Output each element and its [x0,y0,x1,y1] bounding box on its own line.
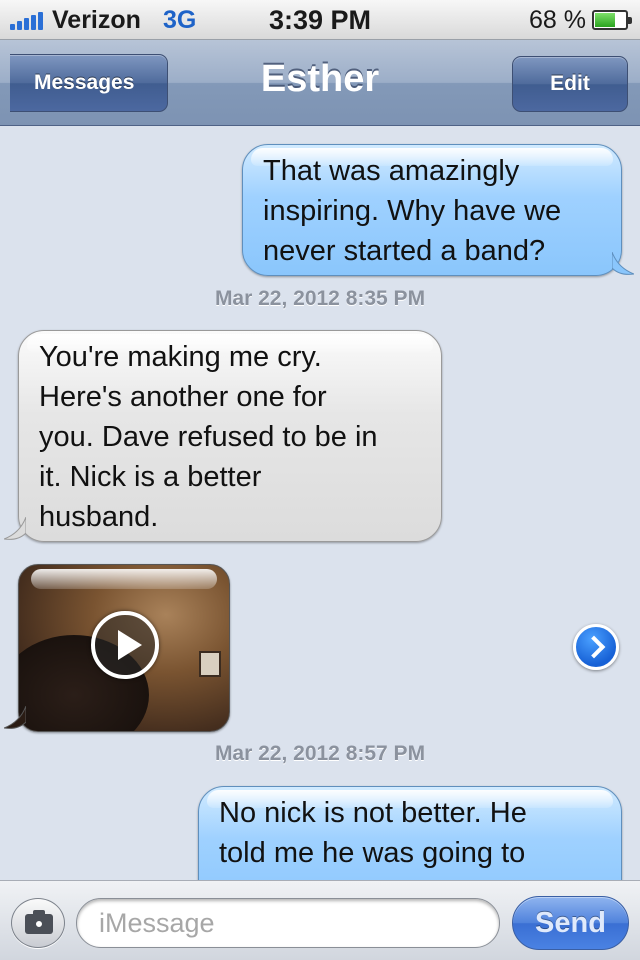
message-text: No nick is not better. He told me he was… [219,797,527,869]
battery-percent: 68 % [529,6,586,34]
battery-icon [592,10,632,30]
edit-button[interactable]: Edit [512,56,628,112]
play-icon[interactable] [91,611,159,679]
navigation-bar: Messages Esther Edit [0,40,640,126]
message-text: That was amazingly inspiring. Why have w… [263,155,562,267]
message-thread[interactable]: That was amazingly inspiring. Why have w… [0,127,640,880]
bubble-tail-icon [4,706,26,729]
signal-bars-icon [10,10,44,30]
status-bar: Verizon 3G 3:39 PM 68 % [0,0,640,40]
back-to-messages-button[interactable]: Messages [10,54,168,112]
message-timestamp: Mar 22, 2012 8:35 PM [214,287,426,310]
message-timestamp: Mar 22, 2012 8:57 PM [214,742,426,765]
carrier-name: Verizon [52,6,141,34]
sent-message-bubble[interactable]: No nick is not better. He told me he was… [198,786,622,880]
sent-message-bubble[interactable]: That was amazingly inspiring. Why have w… [242,144,622,276]
camera-icon[interactable] [11,898,65,948]
message-text: You're making me cry. Here's another one… [39,341,378,533]
video-message-thumbnail[interactable] [18,564,230,732]
network-type: 3G [163,6,197,34]
message-input-bar: Send [0,880,640,960]
back-button-label: Messages [34,71,135,94]
chevron-right-circle-icon[interactable] [573,624,619,670]
send-button[interactable]: Send [512,896,629,950]
imessage-input[interactable] [76,898,500,948]
received-message-bubble[interactable]: You're making me cry. Here's another one… [18,330,442,542]
